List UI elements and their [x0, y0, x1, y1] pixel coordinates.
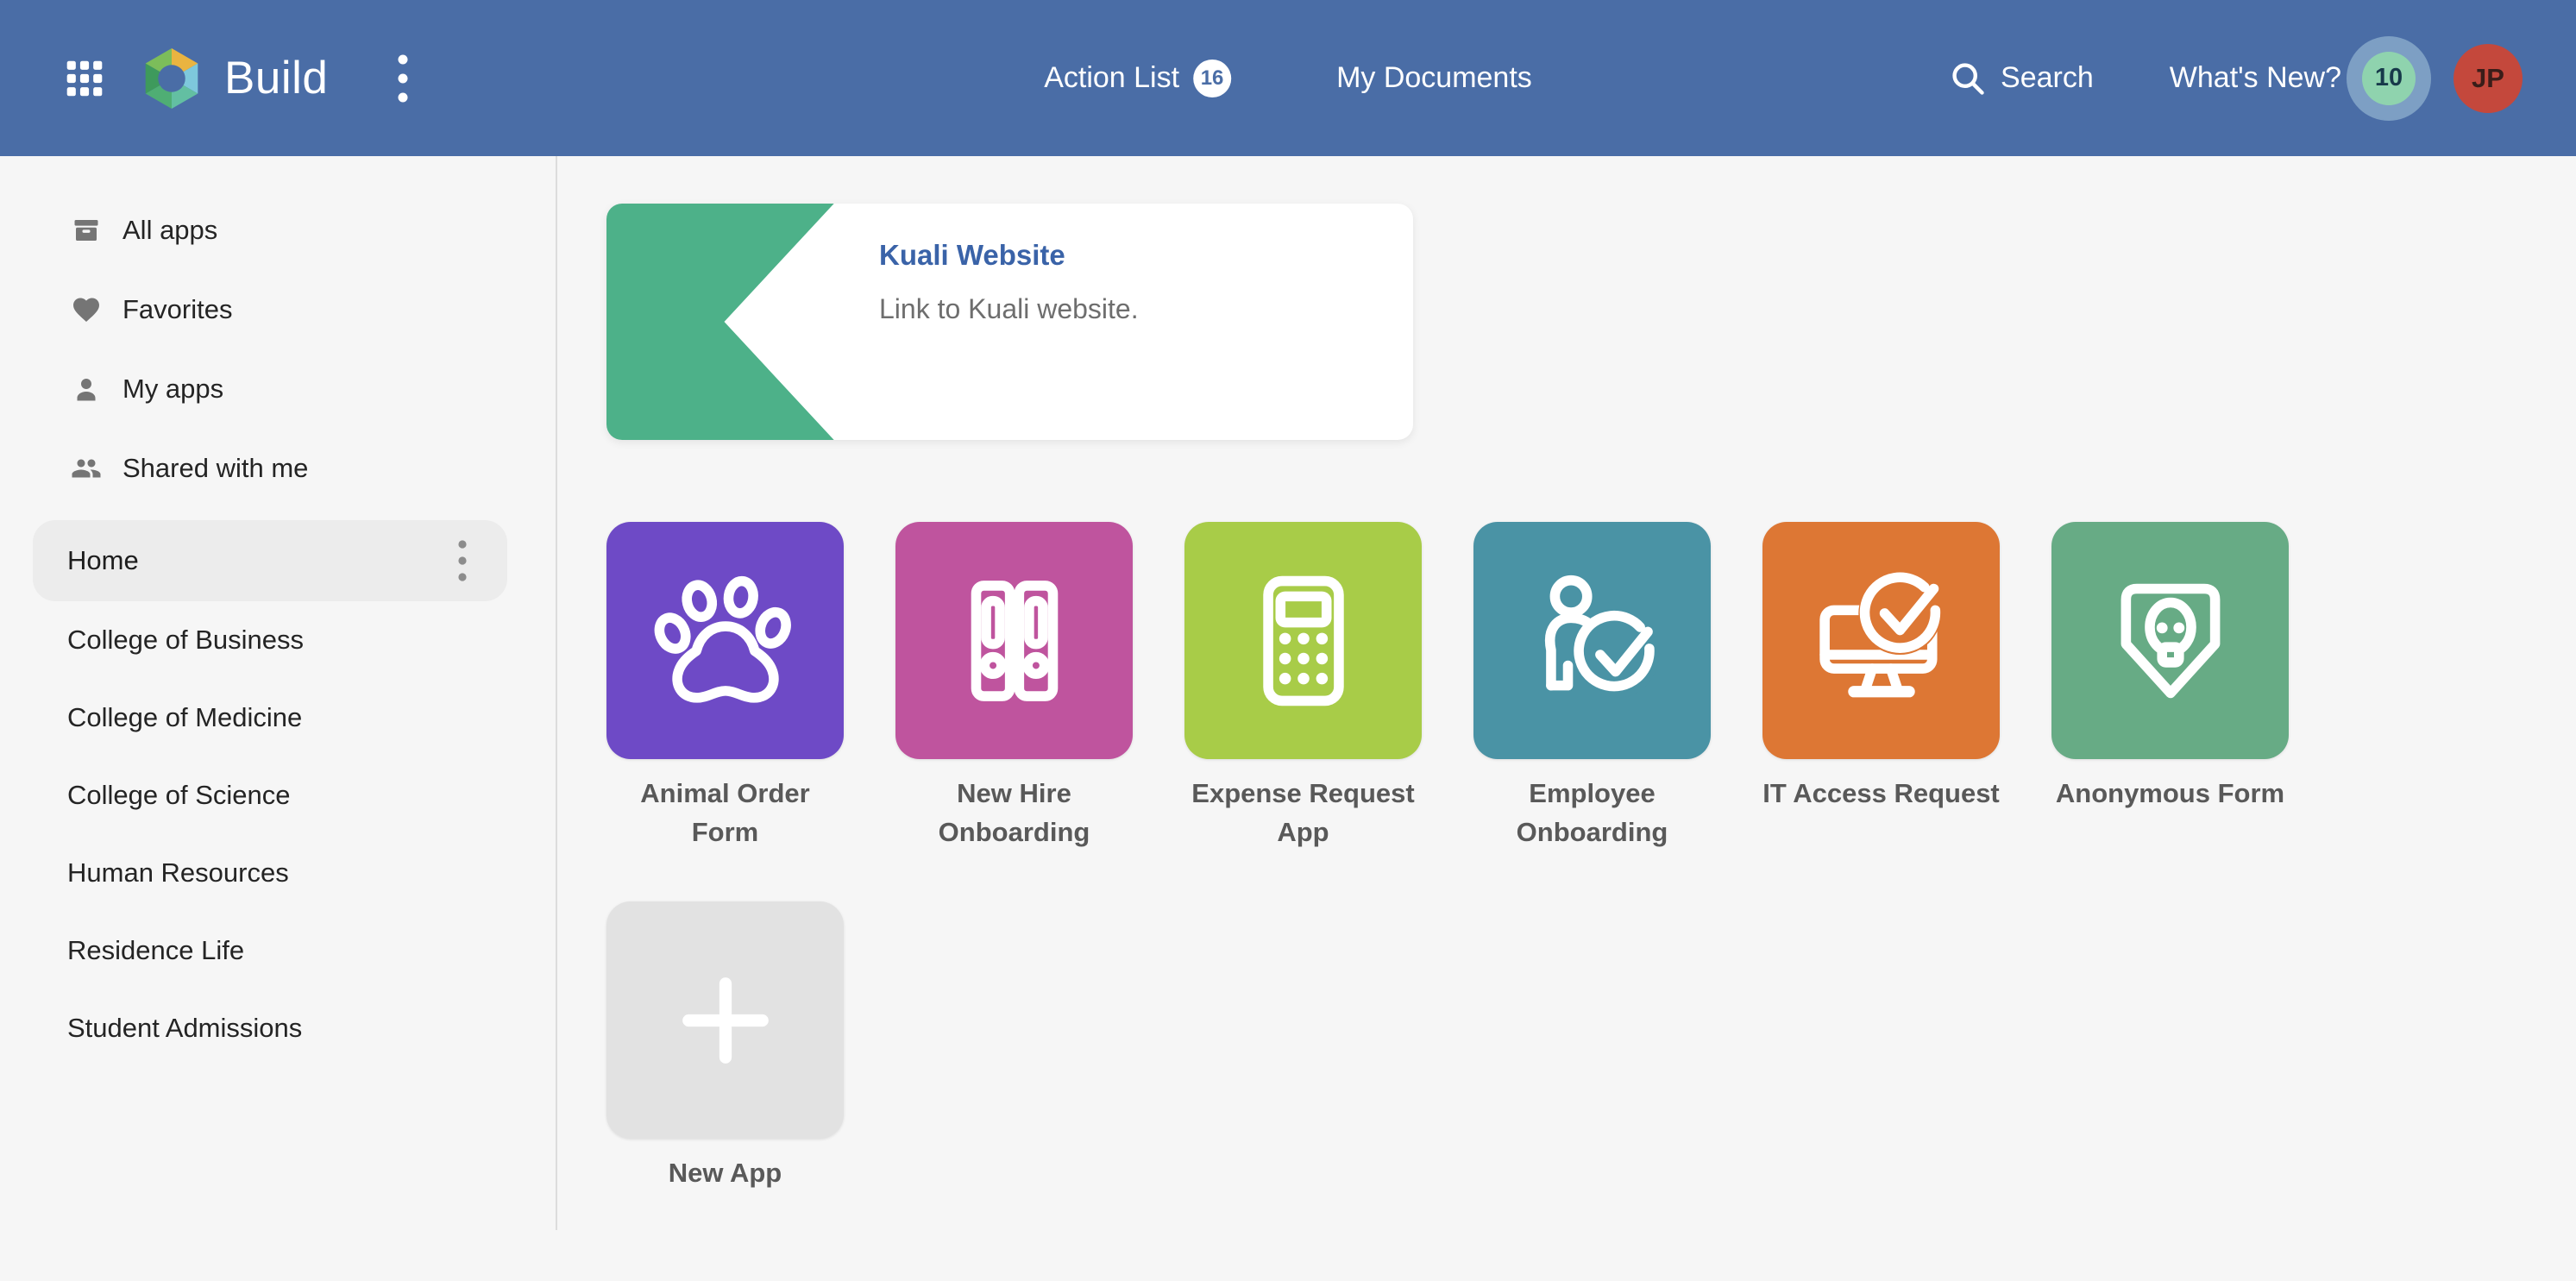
- app-tile-icon-box[interactable]: [1762, 522, 2000, 759]
- link-card-kuali-website[interactable]: Kuali Website Link to Kuali website.: [606, 204, 1413, 440]
- sidebar-item-label: Home: [67, 545, 139, 576]
- app-tile-label: Anonymous Form: [2051, 774, 2289, 813]
- app-tile-anonymous-form[interactable]: Anonymous Form: [2051, 522, 2289, 901]
- app-tile-label: Expense Request App: [1184, 774, 1422, 851]
- app-tile-icon-box[interactable]: [895, 522, 1133, 759]
- people-icon: [71, 453, 102, 484]
- calculator-icon: [1227, 564, 1380, 718]
- app-tile-new-hire-onboarding[interactable]: New Hire Onboarding: [895, 522, 1133, 901]
- sidebar-item-label: College of Science: [67, 780, 291, 811]
- app-tile-label: Employee Onboarding: [1473, 774, 1711, 851]
- navbar-overflow-menu-icon[interactable]: [397, 53, 409, 104]
- sidebar-item-label: College of Medicine: [67, 702, 302, 733]
- new-app-tile[interactable]: [606, 901, 844, 1139]
- navbar-left-group: Build: [66, 0, 409, 156]
- navbar-right-group: Search What's New? 10 JP: [1949, 0, 2523, 156]
- action-list-count-badge: 16: [1193, 60, 1231, 97]
- sidebar-item-label: Student Admissions: [67, 1013, 302, 1044]
- sidebar-item-all-apps[interactable]: All apps: [0, 191, 556, 270]
- sidebar-item-my-apps[interactable]: My apps: [0, 349, 556, 429]
- link-card-description: Link to Kuali website.: [879, 293, 1139, 325]
- kuali-build-home-page: { "navbar": { "brand": "Build", "action_…: [0, 0, 2576, 1230]
- sidebar-item-human-resources[interactable]: Human Resources: [0, 834, 556, 912]
- monitor-check-icon: [1805, 564, 1958, 718]
- sidebar-item-label: My apps: [123, 374, 223, 405]
- archive-icon: [71, 215, 102, 246]
- sidebar-item-label: Favorites: [123, 294, 232, 325]
- app-switcher-grid-icon[interactable]: [66, 60, 104, 97]
- sidebar-item-label: Residence Life: [67, 935, 244, 966]
- app-tile-employee-onboarding[interactable]: Employee Onboarding: [1473, 522, 1711, 901]
- app-tile-icon-box[interactable]: [606, 522, 844, 759]
- app-tile-animal-order-form[interactable]: Animal Order Form: [606, 522, 844, 901]
- action-list-link[interactable]: Action List 16: [1044, 60, 1231, 97]
- app-tile-grid: Animal Order Form New Hire Onboarding Expe…: [606, 522, 2332, 1281]
- whats-new-link[interactable]: What's New?: [2170, 61, 2341, 95]
- app-tile-label: IT Access Request: [1762, 774, 2000, 813]
- binders-icon: [938, 564, 1091, 718]
- sidebar-item-college-of-medicine[interactable]: College of Medicine: [0, 679, 556, 757]
- kuali-hexagon-logo-icon[interactable]: [141, 46, 202, 111]
- app-tile-icon-box[interactable]: [2051, 522, 2289, 759]
- app-tile-new-app[interactable]: New App: [606, 901, 844, 1281]
- plus-icon: [649, 944, 802, 1097]
- brand-title[interactable]: Build: [224, 52, 328, 104]
- app-tile-label: New Hire Onboarding: [895, 774, 1133, 851]
- sidebar: All apps Favorites My apps Shared with me Ho…: [0, 156, 557, 1230]
- sidebar-item-student-admissions[interactable]: Student Admissions: [0, 989, 556, 1067]
- sidebar-item-label: All apps: [123, 215, 217, 246]
- search-button[interactable]: Search: [1949, 60, 2094, 97]
- sidebar-item-label: College of Business: [67, 625, 304, 656]
- app-tile-label: New App: [606, 1153, 844, 1192]
- sidebar-item-college-of-science[interactable]: College of Science: [0, 757, 556, 834]
- sidebar-item-favorites[interactable]: Favorites: [0, 270, 556, 349]
- search-icon: [1949, 60, 1987, 97]
- app-tile-label: Animal Order Form: [606, 774, 844, 851]
- navbar-center-group: Action List 16 My Documents: [1044, 0, 1532, 156]
- app-tile-expense-request-app[interactable]: Expense Request App: [1184, 522, 1422, 901]
- sidebar-item-shared-with-me[interactable]: Shared with me: [0, 429, 556, 508]
- sidebar-item-home[interactable]: Home: [33, 520, 507, 601]
- app-tile-icon-box[interactable]: [1184, 522, 1422, 759]
- paw-icon: [649, 564, 802, 718]
- shield-skull-icon: [2094, 564, 2247, 718]
- user-avatar[interactable]: JP: [2453, 44, 2523, 113]
- app-tile-it-access-request[interactable]: IT Access Request: [1762, 522, 2000, 901]
- sidebar-item-college-of-business[interactable]: College of Business: [0, 601, 556, 679]
- person-check-icon: [1516, 564, 1669, 718]
- sidebar-item-label: Shared with me: [123, 453, 308, 484]
- sidebar-item-residence-life[interactable]: Residence Life: [0, 912, 556, 989]
- item-menu-icon[interactable]: [457, 538, 468, 583]
- my-documents-link[interactable]: My Documents: [1336, 61, 1532, 95]
- sidebar-item-label: Human Resources: [67, 857, 289, 889]
- top-navbar: Build Action List 16 My Documents Search…: [0, 0, 2576, 156]
- my-documents-label: My Documents: [1336, 61, 1532, 95]
- whats-new-count: 10: [2362, 52, 2416, 105]
- heart-icon: [71, 294, 102, 325]
- whats-new-badge[interactable]: 10: [2347, 36, 2431, 121]
- search-label: Search: [2001, 61, 2094, 95]
- app-tile-icon-box[interactable]: [1473, 522, 1711, 759]
- action-list-label: Action List: [1044, 61, 1179, 95]
- sidebar-nav: All apps Favorites My apps Shared with me Ho…: [0, 191, 556, 1067]
- link-card-title: Kuali Website: [879, 239, 1065, 272]
- person-icon: [71, 374, 102, 405]
